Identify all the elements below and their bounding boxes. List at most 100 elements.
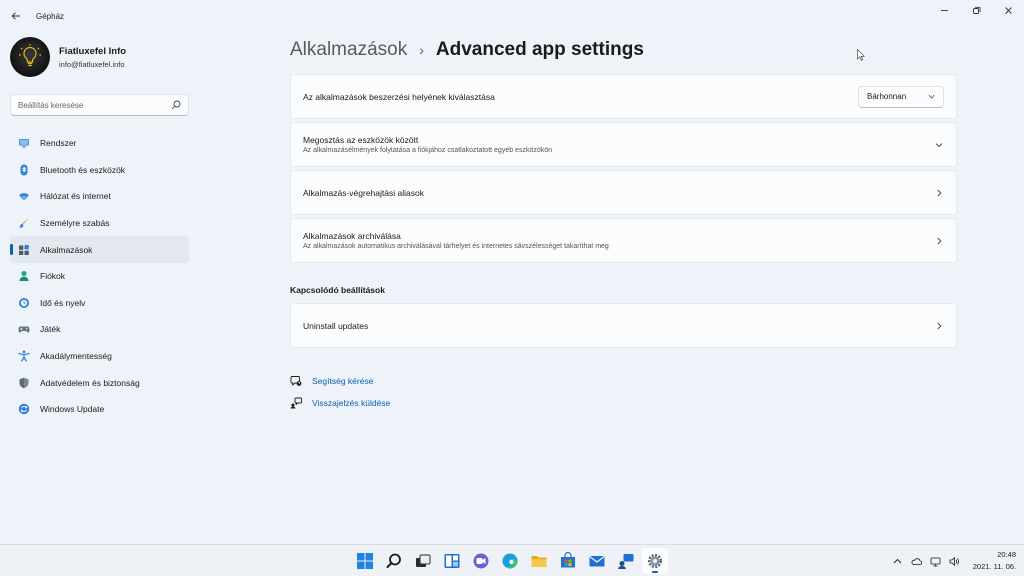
sidebar-item-label: Rendszer	[40, 138, 77, 149]
search-icon	[386, 553, 401, 568]
onedrive-icon	[911, 557, 923, 565]
task-view-icon	[416, 554, 431, 567]
sidebar-item-label: Hálózat és internet	[40, 191, 111, 202]
help-icon	[290, 376, 302, 387]
back-button[interactable]	[5, 5, 27, 27]
feedback-link[interactable]: Visszajelzés küldése	[290, 392, 390, 414]
archive-title: Alkalmazások archiválása	[303, 231, 401, 241]
avatar	[10, 37, 50, 77]
chevron-right-icon	[934, 236, 944, 246]
uninstall-updates-title: Uninstall updates	[303, 320, 369, 331]
network-button[interactable]	[929, 554, 943, 568]
back-arrow-icon	[11, 12, 20, 20]
archive-card[interactable]: Alkalmazások archiválása Az alkalmazások…	[290, 218, 957, 263]
chevron-down-icon	[928, 94, 935, 99]
mail-icon	[589, 556, 605, 567]
volume-button[interactable]	[948, 554, 962, 568]
feedback-icon	[290, 397, 302, 409]
uninstall-updates-card[interactable]: Uninstall updates	[290, 303, 957, 348]
taskbar: 20:48 2021. 11. 06.	[0, 544, 1024, 576]
chat-button[interactable]	[468, 548, 494, 574]
app-source-dropdown[interactable]: Bárhonnan	[858, 85, 944, 108]
sharing-subtitle: Az alkalmazásélmények folytatása a fiókj…	[303, 147, 553, 154]
sidebar-item-label: Alkalmazások	[40, 244, 93, 255]
volume-icon	[949, 556, 960, 566]
search-box[interactable]	[10, 94, 189, 116]
profile-name: Fiatluxefel Info	[59, 45, 127, 57]
taskbar-search-button[interactable]	[381, 548, 407, 574]
task-view-button[interactable]	[410, 548, 436, 574]
sidebar-item-gaming[interactable]: Játék	[10, 316, 189, 343]
related-settings-heading: Kapcsolódó beállítások	[290, 285, 385, 295]
person-icon	[18, 270, 30, 282]
settings-button[interactable]	[642, 548, 668, 574]
edge-button[interactable]	[497, 548, 523, 574]
sharing-card[interactable]: Megosztás az eszközök között Az alkalmaz…	[290, 122, 957, 167]
accessibility-icon	[18, 350, 30, 362]
sidebar-item-personalization[interactable]: Személyre szabás	[10, 210, 189, 237]
restore-icon	[972, 6, 980, 14]
show-hidden-icons-button[interactable]	[891, 554, 905, 568]
sidebar-item-accounts[interactable]: Fiókok	[10, 263, 189, 290]
apps-icon	[18, 244, 30, 256]
aliases-card[interactable]: Alkalmazás-végrehajtási aliasok	[290, 170, 957, 215]
search-icon[interactable]	[171, 100, 181, 110]
breadcrumb-parent[interactable]: Alkalmazások	[290, 39, 407, 61]
update-icon	[18, 403, 30, 415]
sidebar-item-privacy[interactable]: Adatvédelem és biztonság	[10, 369, 189, 396]
store-button[interactable]	[555, 548, 581, 574]
taskbar-apps	[352, 548, 668, 574]
chevron-right-icon	[934, 321, 944, 331]
sidebar-item-windows-update[interactable]: Windows Update	[10, 396, 189, 423]
wifi-icon	[18, 190, 30, 202]
sidebar-item-bluetooth[interactable]: Bluetooth és eszközök	[10, 157, 189, 184]
sidebar-item-apps[interactable]: Alkalmazások	[10, 236, 189, 263]
sidebar-item-time-language[interactable]: Idő és nyelv	[10, 290, 189, 317]
mouse-cursor-icon	[857, 49, 865, 61]
sidebar-item-network[interactable]: Hálózat és internet	[10, 183, 189, 210]
app-source-card: Az alkalmazások beszerzési helyének kivá…	[290, 74, 957, 119]
title-bar: Gépház	[0, 0, 1024, 32]
monitor-icon	[18, 137, 30, 149]
bluetooth-icon	[18, 164, 30, 176]
widgets-icon	[444, 554, 460, 568]
help-link-text: Segítség kérése	[312, 376, 374, 386]
file-explorer-button[interactable]	[526, 548, 552, 574]
minimize-button[interactable]	[928, 0, 960, 20]
page-title: Advanced app settings	[435, 39, 644, 60]
help-link[interactable]: Segítség kérése	[290, 370, 390, 392]
search-input[interactable]	[18, 100, 171, 110]
widgets-button[interactable]	[439, 548, 465, 574]
start-button[interactable]	[352, 548, 378, 574]
sidebar: Fiatluxefel Info info@fiatluxefel.info R…	[0, 32, 200, 542]
chevron-up-icon	[893, 558, 902, 563]
mail-button[interactable]	[584, 548, 610, 574]
close-icon	[1004, 6, 1012, 14]
store-icon	[561, 552, 575, 568]
shield-icon	[18, 377, 30, 389]
settings-icon	[647, 553, 663, 569]
sidebar-item-label: Idő és nyelv	[40, 297, 86, 308]
profile[interactable]: Fiatluxefel Info info@fiatluxefel.info	[10, 37, 126, 77]
app-source-selected: Bárhonnan	[867, 92, 907, 101]
onedrive-button[interactable]	[910, 554, 924, 568]
brush-icon	[18, 217, 30, 229]
sidebar-item-accessibility[interactable]: Akadálymentesség	[10, 343, 189, 370]
chevron-down-icon[interactable]	[934, 140, 944, 150]
feedback-hub-icon	[618, 554, 634, 569]
sidebar-nav: Rendszer Bluetooth és eszközök Hálózat é…	[10, 130, 189, 423]
restore-button[interactable]	[960, 0, 992, 20]
sidebar-item-label: Adatvédelem és biztonság	[40, 377, 140, 388]
feedback-hub-button[interactable]	[613, 548, 639, 574]
edge-icon	[502, 553, 518, 569]
clock[interactable]: 20:48 2021. 11. 06.	[973, 549, 1016, 573]
help-links: Segítség kérése Visszajelzés küldése	[290, 370, 390, 414]
teams-chat-icon	[473, 553, 489, 569]
sharing-title: Megosztás az eszközök között	[303, 135, 419, 145]
close-button[interactable]	[992, 0, 1024, 20]
window-controls	[928, 0, 1024, 20]
sidebar-item-label: Fiókok	[40, 271, 66, 282]
sidebar-item-rendszer[interactable]: Rendszer	[10, 130, 189, 157]
sidebar-item-label: Személyre szabás	[40, 218, 110, 229]
breadcrumb-separator: ›	[419, 42, 424, 58]
